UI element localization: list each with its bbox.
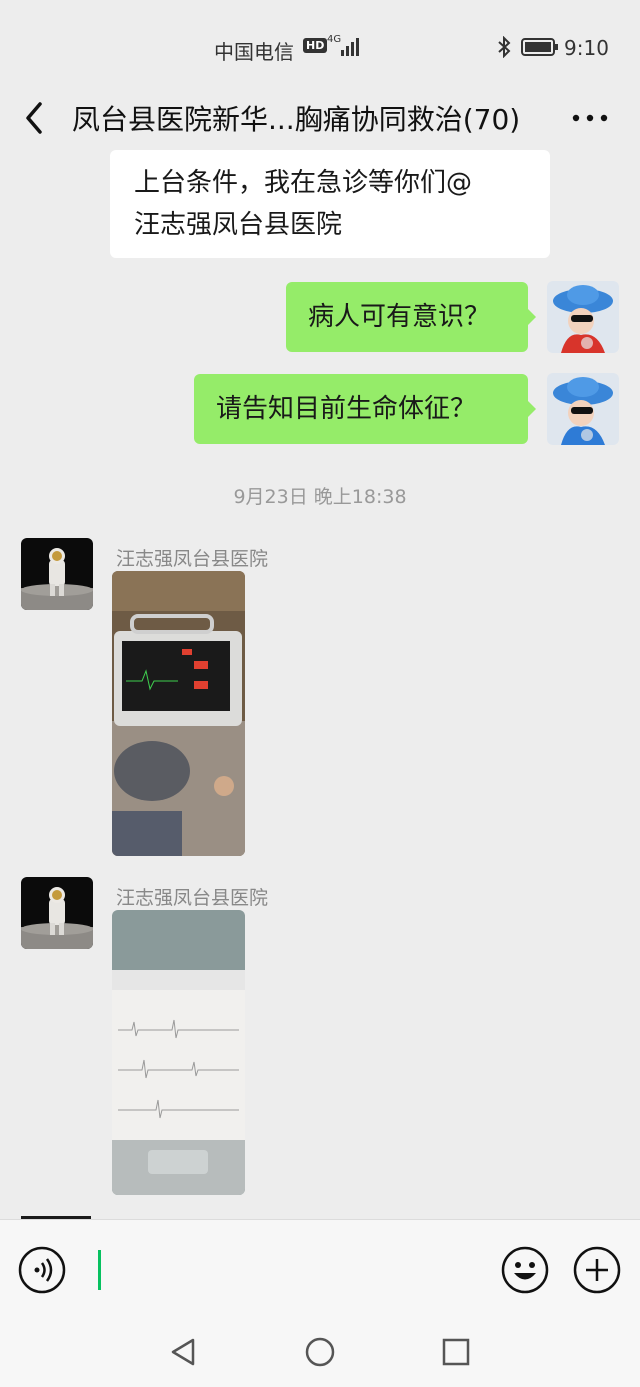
image-message[interactable]	[112, 910, 245, 1195]
sender-name: 汪志强凤台县医院	[116, 548, 269, 570]
message-input[interactable]	[86, 1240, 486, 1300]
monitor-photo-image	[112, 571, 245, 856]
sender-name: 汪志强凤台县医院	[116, 887, 269, 909]
avatar-sender[interactable]	[21, 538, 93, 610]
hd-badge: HD	[303, 38, 328, 53]
carrier-label: 中国电信	[214, 40, 294, 64]
plus-icon[interactable]	[573, 1246, 621, 1294]
avatar-self-image	[547, 373, 619, 445]
square-recents-icon[interactable]	[440, 1336, 472, 1368]
avatar-sender[interactable]	[21, 877, 93, 949]
status-bar: 中国电信 HD 4G 9:10	[0, 0, 640, 95]
text-cursor	[98, 1250, 101, 1290]
message-bubble-out[interactable]: 病人可有意识？	[286, 282, 528, 352]
astronaut-avatar-image	[21, 538, 93, 610]
message-bubble-out[interactable]: 请告知目前生命体征？	[194, 374, 528, 444]
chat-title: 凤台县医院新华...胸痛协同救治(70)	[72, 103, 521, 136]
more-dots-icon[interactable]	[570, 108, 610, 128]
input-bar	[0, 1219, 640, 1318]
system-nav-bar	[0, 1318, 640, 1387]
battery-icon	[521, 38, 558, 56]
message-text: 请告知目前生命体征？	[216, 394, 477, 424]
bubble-tail	[527, 400, 536, 418]
message-text-line: 汪志强凤台县医院	[134, 210, 343, 240]
image-message[interactable]	[112, 571, 245, 856]
emoji-icon[interactable]	[501, 1246, 549, 1294]
avatar-self[interactable]	[547, 373, 619, 445]
signal-icon	[341, 38, 359, 56]
circle-home-icon[interactable]	[304, 1336, 336, 1368]
bubble-tail	[527, 308, 536, 326]
clock: 9:10	[564, 36, 609, 60]
message-bubble-in[interactable]: 上台条件，我在急诊等你们@ 汪志强凤台县医院	[110, 150, 550, 258]
astronaut-avatar-image	[21, 877, 93, 949]
ecg-printout-photo-image	[112, 910, 245, 1195]
avatar-self[interactable]	[547, 281, 619, 353]
chevron-left-icon[interactable]	[18, 96, 58, 140]
triangle-back-icon[interactable]	[167, 1336, 199, 1368]
bluetooth-icon	[498, 36, 511, 58]
avatar-self-image	[547, 281, 619, 353]
voice-icon[interactable]	[18, 1246, 66, 1294]
message-timestamp: 9月23日 晚上18:38	[233, 486, 407, 508]
message-text-line: 上台条件，我在急诊等你们@	[134, 168, 473, 198]
message-text: 病人可有意识？	[308, 302, 491, 332]
